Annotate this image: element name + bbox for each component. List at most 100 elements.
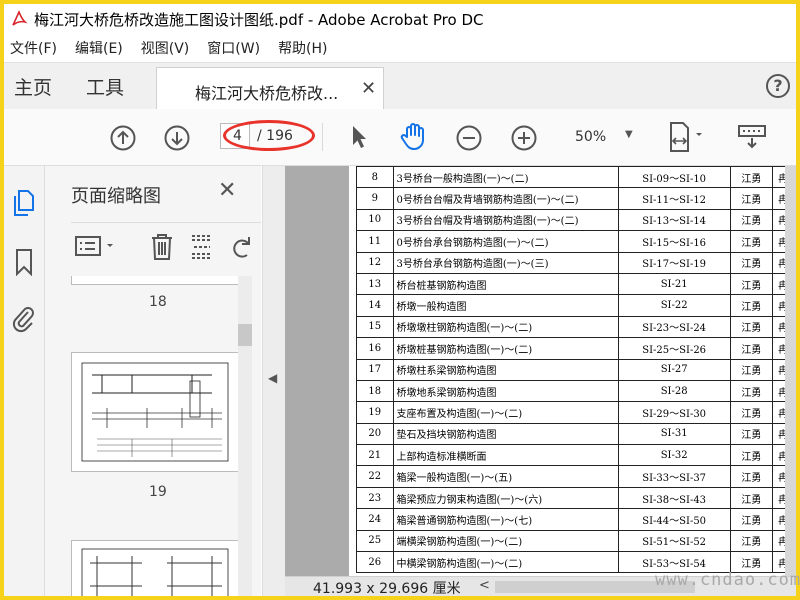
drawing-code: SI-29～SI-30 (617, 401, 731, 424)
table-row: 110号桥台承台钢筋构造图(一)～(二)SI-15～SI-16江勇冉启 (356, 230, 796, 253)
designer: 江勇 (729, 208, 774, 232)
table-row: 123号桥台承台钢筋构造图(一)～(三)SI-17～SI-19江勇冉启 (356, 251, 796, 274)
drawing-code: SI-32 (617, 444, 731, 467)
drawing-name: 3号桥台一般构造图(一)～(二) (392, 166, 619, 189)
row-number: 24 (356, 508, 394, 531)
table-row: 14桥墩一般构造图SI-22江勇冉启 (356, 294, 796, 317)
row-number: 12 (356, 251, 394, 274)
menu-window[interactable]: 窗口(W) (207, 38, 260, 58)
designer: 江勇 (729, 294, 774, 317)
designer: 江勇 (729, 187, 774, 210)
next-page-icon[interactable] (164, 125, 190, 155)
row-number: 21 (356, 444, 394, 467)
drawing-code: SI-09～SI-10 (617, 166, 731, 189)
drawing-code: SI-11～SI-12 (617, 187, 731, 210)
thumbnail-page-20[interactable] (71, 540, 239, 596)
attachment-icon[interactable] (12, 304, 36, 338)
rotate-icon[interactable] (229, 233, 255, 265)
main-toolbar: 4 / 196 50% ▼ (4, 109, 796, 166)
delete-icon[interactable] (149, 233, 175, 265)
menu-bar: 文件(F) 编辑(E) 视图(V) 窗口(W) 帮助(H) (4, 34, 796, 62)
document-view[interactable]: 83号桥台一般构造图(一)～(二)SI-09～SI-10江勇冉启90号桥台台帽及… (285, 166, 796, 576)
drawing-code: SI-22 (617, 294, 731, 317)
document-vertical-scrollbar[interactable] (785, 166, 796, 576)
menu-help[interactable]: 帮助(H) (278, 38, 327, 58)
hand-tool-icon[interactable] (399, 121, 429, 155)
tab-close-button[interactable]: ✕ (361, 78, 376, 99)
panel-title: 页面缩略图 (71, 186, 161, 207)
thumbnail-label: 18 (149, 294, 167, 310)
row-number: 18 (356, 379, 394, 403)
panel-splitter[interactable]: ◀ (262, 166, 286, 596)
drawing-code: SI-15～SI-16 (617, 230, 731, 253)
drawing-name: 垫石及挡块钢筋构造图 (392, 422, 619, 446)
drawing-name: 桥墩柱系梁钢筋构造图 (392, 358, 619, 381)
drawing-code: SI-21 (617, 272, 731, 296)
prev-page-icon[interactable] (110, 125, 136, 155)
thumbnail-page-18[interactable] (71, 276, 239, 285)
designer: 江勇 (729, 315, 774, 339)
drawing-name: 桥墩一般构造图 (392, 294, 619, 317)
zoom-in-icon[interactable] (511, 125, 537, 155)
drawing-code: SI-25～SI-26 (617, 337, 731, 360)
scrollbar-thumb[interactable] (238, 324, 252, 346)
row-number: 20 (356, 422, 394, 446)
row-number: 15 (356, 315, 394, 339)
thumbnail-label: 19 (149, 484, 167, 500)
page-thumbnails-icon[interactable] (12, 188, 36, 222)
table-row: 22箱梁一般构造图(一)～(五)SI-33～SI-37江勇冉启 (356, 465, 796, 488)
thumbnail-options-icon[interactable] (75, 235, 119, 263)
drawing-name: 中横梁钢筋构造图(一)～(二) (392, 551, 619, 574)
drawing-name: 上部构造标准横断面 (392, 444, 619, 467)
watermark: www.cndao.com (655, 570, 800, 590)
select-arrow-icon[interactable] (349, 124, 369, 154)
row-number: 10 (356, 208, 394, 232)
navigation-strip (4, 166, 45, 596)
designer: 江勇 (729, 166, 774, 189)
designer: 江勇 (729, 422, 774, 446)
drawing-name: 0号桥台台帽及背墙钢筋构造图(一)～(二) (392, 187, 619, 210)
thumbnail-page-19[interactable] (71, 352, 239, 472)
fit-page-icon[interactable] (668, 121, 710, 159)
row-number: 16 (356, 337, 394, 360)
scroll-left-button[interactable]: < (479, 578, 490, 593)
table-row: 25端横梁钢筋构造图(一)～(二)SI-51～SI-52江勇冉启 (356, 529, 796, 553)
collapse-panel-icon[interactable]: ◀ (268, 371, 277, 385)
panel-close-button[interactable]: ✕ (218, 178, 236, 203)
zoom-out-icon[interactable] (456, 125, 482, 155)
row-number: 9 (356, 187, 394, 210)
drawing-name: 桥墩桩基钢筋构造图(一)～(二) (392, 337, 619, 360)
drawing-code: SI-51～SI-52 (617, 529, 731, 553)
acrobat-window: 梅江河大桥危桥改造施工图设计图纸.pdf - Adobe Acrobat Pro… (4, 4, 796, 596)
zoom-dropdown-icon[interactable]: ▼ (625, 129, 633, 140)
bookmark-icon[interactable] (14, 248, 34, 280)
menu-file[interactable]: 文件(F) (10, 38, 57, 58)
table-row: 23箱梁预应力钢束构造图(一)～(六)SI-38～SI-43江勇冉启 (356, 486, 796, 510)
tab-tools[interactable]: 工具 (86, 73, 124, 100)
designer: 江勇 (729, 401, 774, 424)
drawing-name: 桥墩地系梁钢筋构造图 (392, 379, 619, 403)
extract-page-icon[interactable] (189, 233, 215, 265)
keyboard-tool-icon[interactable] (737, 123, 767, 155)
designer: 江勇 (729, 379, 774, 403)
table-row: 20垫石及挡块钢筋构造图SI-31江勇冉启 (356, 422, 796, 446)
row-number: 8 (356, 166, 394, 189)
menu-edit[interactable]: 编辑(E) (75, 38, 123, 58)
zoom-value[interactable]: 50% (575, 129, 606, 145)
table-row: 17桥墩柱系梁钢筋构造图SI-27江勇冉启 (356, 358, 796, 381)
drawing-code: SI-31 (617, 422, 731, 446)
drawing-name: 支座布置及构造图(一)～(二) (392, 401, 619, 424)
table-row: 16桥墩桩基钢筋构造图(一)～(二)SI-25～SI-26江勇冉启 (356, 337, 796, 360)
table-row: 19支座布置及构造图(一)～(二)SI-29～SI-30江勇冉启 (356, 401, 796, 424)
drawing-name: 箱梁普通钢筋构造图(一)～(七) (392, 508, 619, 531)
tab-document[interactable]: 梅江河大桥危桥改... ✕ (156, 67, 384, 110)
page-size-readout: 41.993 x 29.696 厘米 (313, 581, 461, 596)
tab-home[interactable]: 主页 (14, 73, 52, 100)
row-number: 13 (356, 272, 394, 296)
row-number: 11 (356, 230, 394, 253)
help-icon[interactable]: ? (766, 74, 790, 98)
menu-view[interactable]: 视图(V) (141, 38, 190, 58)
toolbar-divider (322, 123, 323, 151)
designer: 江勇 (729, 486, 774, 510)
thumbnail-scrollbar[interactable] (238, 276, 252, 596)
